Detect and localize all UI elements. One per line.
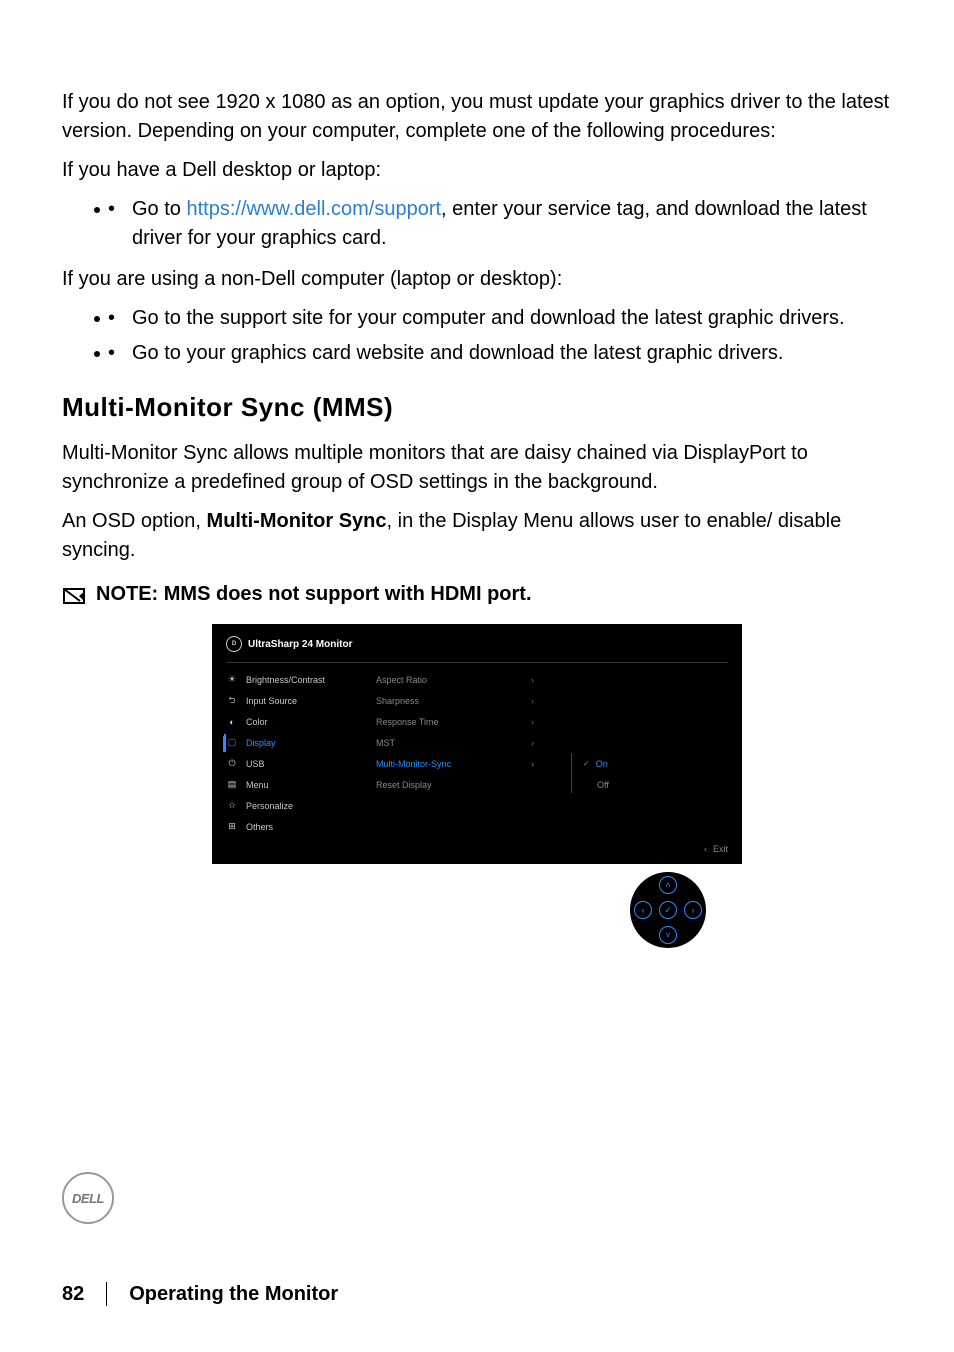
joystick-control: ˄ ˅ ‹ › ✓	[630, 872, 706, 948]
osd-left-label: Display	[246, 738, 276, 748]
osd-right-options: ✓ On Off	[571, 669, 728, 839]
osd-on-label: On	[596, 759, 608, 769]
star-icon: ☆	[226, 800, 238, 811]
osd-left-label: Others	[246, 822, 273, 832]
bullet-list-nondell: Go to the support site for your computer…	[62, 304, 892, 368]
bullet-nondell-2: Go to your graphics card website and dow…	[112, 339, 892, 368]
chevron-right-icon: ›	[531, 669, 571, 690]
osd-title-row: D UltraSharp 24 Monitor	[226, 636, 728, 652]
osd-left-color[interactable]: ◐ Color	[226, 711, 376, 732]
paragraph-intro: If you do not see 1920 x 1080 as an opti…	[62, 88, 892, 146]
osd-screenshot: D UltraSharp 24 Monitor ☀ Brightness/Cont…	[212, 624, 742, 948]
paragraph-mms-2: An OSD option, Multi-Monitor Sync, in th…	[62, 507, 892, 565]
color-icon: ◐	[226, 717, 238, 727]
note-icon	[62, 587, 86, 605]
dell-logo-icon: D	[226, 636, 242, 652]
mms-p2-pre: An OSD option,	[62, 510, 207, 532]
chevron-right-icon: ›	[531, 690, 571, 711]
osd-left-menu: ☀ Brightness/Contrast ⮌ Input Source ◐ Colo…	[226, 669, 376, 839]
joystick-ok-icon[interactable]: ✓	[659, 901, 677, 919]
osd-left-label: Color	[246, 717, 268, 727]
osd-mid-mst[interactable]: MST	[376, 732, 531, 753]
osd-left-label: Brightness/Contrast	[246, 675, 325, 685]
osd-exit-label: Exit	[713, 844, 728, 854]
osd-left-usb[interactable]: ⏻ USB	[226, 753, 376, 774]
section-title: Operating the Monitor	[129, 1283, 338, 1306]
osd-mid-menu: Aspect Ratio Sharpness Response Time MST…	[376, 669, 531, 839]
osd-title: UltraSharp 24 Monitor	[248, 639, 352, 650]
osd-left-others[interactable]: ⊞ Others	[226, 816, 376, 837]
input-source-icon: ⮌	[226, 693, 238, 709]
osd-separator	[571, 753, 572, 793]
joystick-left-icon[interactable]: ‹	[634, 901, 652, 919]
support-link[interactable]: https://www.dell.com/support	[186, 198, 441, 220]
osd-left-display[interactable]: ▢ Display	[226, 732, 376, 753]
paragraph-mms-1: Multi-Monitor Sync allows multiple monit…	[62, 439, 892, 497]
osd-left-label: Menu	[246, 780, 269, 790]
chevron-right-icon: ›	[531, 732, 571, 753]
osd-arrow-column: › › › › ›	[531, 669, 571, 839]
menu-icon: ▤	[226, 779, 238, 790]
osd-panel: D UltraSharp 24 Monitor ☀ Brightness/Cont…	[212, 624, 742, 864]
note-text: NOTE: MMS does not support with HDMI por…	[96, 583, 532, 606]
osd-mid-reset[interactable]: Reset Display	[376, 774, 531, 795]
display-icon: ▢	[226, 737, 238, 748]
osd-mid-mms[interactable]: Multi-Monitor-Sync	[376, 753, 531, 774]
bullet-list-dell: Go to https://www.dell.com/support, ente…	[62, 195, 892, 253]
paragraph-dell-label: If you have a Dell desktop or laptop:	[62, 156, 892, 185]
osd-left-personalize[interactable]: ☆ Personalize	[226, 795, 376, 816]
osd-left-label: USB	[246, 759, 265, 769]
chevron-right-icon: ›	[531, 753, 571, 774]
osd-mid-sharpness[interactable]: Sharpness	[376, 690, 531, 711]
joystick-down-icon[interactable]: ˅	[659, 926, 677, 944]
osd-left-menu-item[interactable]: ▤ Menu	[226, 774, 376, 795]
osd-option-on[interactable]: ✓ On	[571, 753, 728, 774]
osd-mid-aspect[interactable]: Aspect Ratio	[376, 669, 531, 690]
mms-p2-bold: Multi-Monitor Sync	[207, 510, 387, 532]
chevron-right-icon: ›	[531, 711, 571, 732]
joystick-right-icon[interactable]: ›	[684, 901, 702, 919]
bullet-dell-support: Go to https://www.dell.com/support, ente…	[112, 195, 892, 253]
osd-exit[interactable]: ‹ Exit	[704, 844, 728, 854]
osd-off-label: Off	[597, 780, 609, 790]
osd-mid-response[interactable]: Response Time	[376, 711, 531, 732]
heading-mms: Multi-Monitor Sync (MMS)	[62, 392, 892, 423]
osd-left-label: Personalize	[246, 801, 293, 811]
bullet-text-pre: Go to	[132, 198, 186, 220]
others-icon: ⊞	[226, 821, 238, 832]
osd-left-input[interactable]: ⮌ Input Source	[226, 690, 376, 711]
brightness-icon: ☀	[226, 674, 238, 685]
bullet-nondell-1: Go to the support site for your computer…	[112, 304, 892, 333]
osd-left-label: Input Source	[246, 696, 297, 706]
joystick-up-icon[interactable]: ˄	[659, 876, 677, 894]
osd-option-off[interactable]: Off	[571, 774, 728, 795]
page-number: 82	[62, 1283, 84, 1306]
usb-icon: ⏻	[226, 758, 238, 769]
paragraph-nondell-label: If you are using a non-Dell computer (la…	[62, 265, 892, 294]
chevron-left-icon: ‹	[704, 844, 707, 854]
note-row: NOTE: MMS does not support with HDMI por…	[62, 583, 892, 606]
page-footer: 82 Operating the Monitor	[62, 1282, 338, 1306]
footer-divider	[106, 1282, 107, 1306]
dell-badge-icon: DELL	[62, 1172, 114, 1224]
check-icon: ✓	[583, 759, 590, 768]
osd-left-brightness[interactable]: ☀ Brightness/Contrast	[226, 669, 376, 690]
chevron-right-icon	[531, 774, 571, 795]
